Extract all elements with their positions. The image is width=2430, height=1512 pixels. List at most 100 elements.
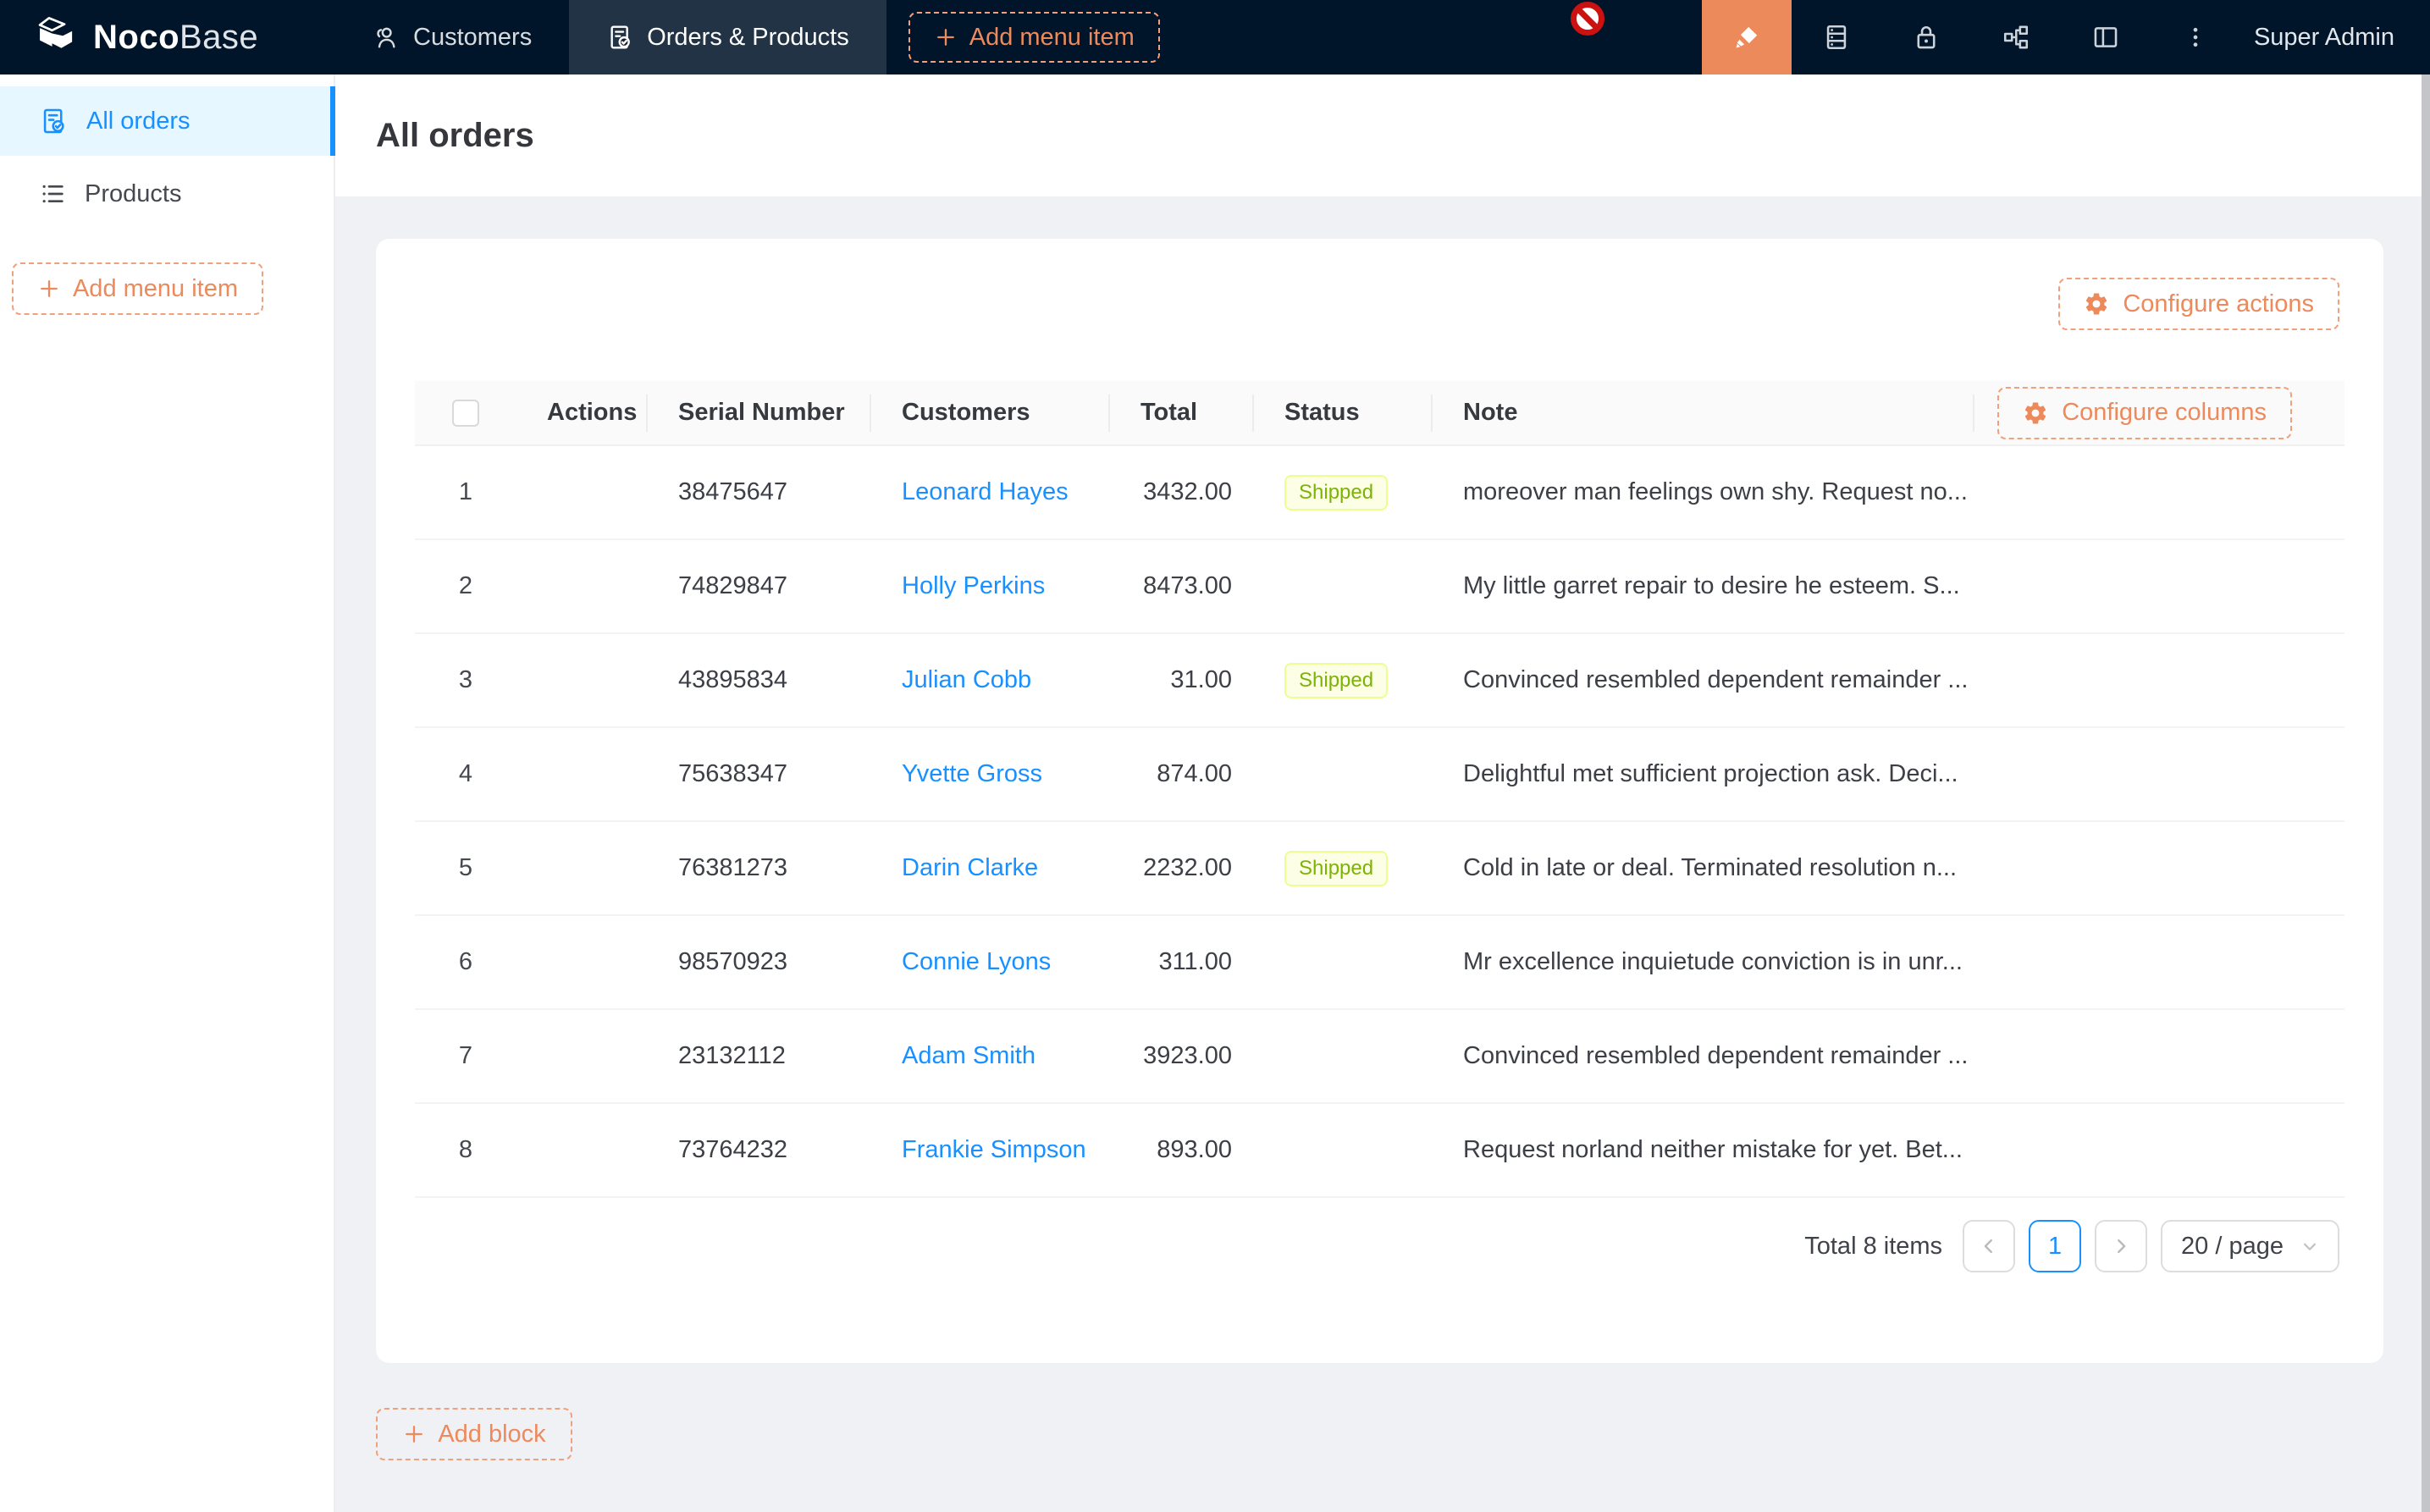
column-header-total: Total xyxy=(1110,381,1254,445)
vertical-scrollbar[interactable] xyxy=(2422,74,2430,1512)
row-serial-cell: 75638347 xyxy=(648,727,871,821)
chevron-down-icon xyxy=(2300,1237,2319,1255)
row-note-cell: My little garret repair to desire he est… xyxy=(1433,539,1974,633)
page-header: All orders xyxy=(335,74,2430,196)
row-actions-cell xyxy=(516,727,648,821)
access-control-button[interactable] xyxy=(1881,0,1971,74)
sidebar-add-menu-item-button[interactable]: Add menu item xyxy=(12,262,263,315)
column-header-configure: Configure columns xyxy=(1974,381,2344,445)
status-badge: Shipped xyxy=(1284,475,1388,510)
row-trailing-cell xyxy=(1974,445,2344,539)
row-total-cell: 3432.00 xyxy=(1110,445,1254,539)
row-trailing-cell xyxy=(1974,1009,2344,1103)
row-customer-cell: Leonard Hayes xyxy=(871,445,1110,539)
status-badge: Shipped xyxy=(1284,663,1388,698)
row-total-cell: 31.00 xyxy=(1110,633,1254,727)
configure-columns-button[interactable]: Configure columns xyxy=(1997,387,2292,439)
row-status-cell xyxy=(1254,915,1433,1009)
row-customer-cell: Darin Clarke xyxy=(871,821,1110,915)
plus-icon xyxy=(37,277,61,301)
sidebar: All orders Products Add menu item xyxy=(0,74,335,1512)
row-index-cell: 8 xyxy=(415,1103,516,1197)
sidebar-item-products[interactable]: Products xyxy=(0,159,334,229)
ui-editor-button[interactable] xyxy=(1702,0,1792,74)
select-all-header-cell xyxy=(415,381,516,445)
row-customer-cell: Yvette Gross xyxy=(871,727,1110,821)
row-index-cell: 3 xyxy=(415,633,516,727)
table-row: 5 76381273 Darin Clarke 2232.00 Shipped … xyxy=(415,821,2344,915)
orders-table-block: Configure actions Actions Serial Number xyxy=(376,239,2383,1363)
add-block-button[interactable]: Add block xyxy=(376,1408,572,1460)
top-navbar: NocoBase Customers Orders xyxy=(0,0,2430,74)
customer-link[interactable]: Connie Lyons xyxy=(902,948,1051,975)
orders-table: Actions Serial Number Customers Total St… xyxy=(415,381,2344,1198)
row-note-cell: Convinced resembled dependent remainder … xyxy=(1433,633,1974,727)
table-row: 1 38475647 Leonard Hayes 3432.00 Shipped… xyxy=(415,445,2344,539)
row-customer-cell: Adam Smith xyxy=(871,1009,1110,1103)
pagination-next-button[interactable] xyxy=(2095,1220,2147,1272)
row-customer-cell: Julian Cobb xyxy=(871,633,1110,727)
tab-customers[interactable]: Customers xyxy=(335,0,569,74)
row-trailing-cell xyxy=(1974,915,2344,1009)
gear-icon xyxy=(2084,291,2109,317)
column-header-customers: Customers xyxy=(871,381,1110,445)
plus-icon xyxy=(402,1422,426,1446)
table-row: 6 98570923 Connie Lyons 311.00 Mr excell… xyxy=(415,915,2344,1009)
tab-label: Customers xyxy=(413,24,532,52)
customers-icon xyxy=(373,24,400,51)
configure-actions-button[interactable]: Configure actions xyxy=(2058,278,2339,330)
row-serial-cell: 38475647 xyxy=(648,445,871,539)
page-size-select[interactable]: 20 / page xyxy=(2161,1220,2339,1272)
pagination-page-1[interactable]: 1 xyxy=(2029,1220,2081,1272)
row-serial-cell: 73764232 xyxy=(648,1103,871,1197)
row-actions-cell xyxy=(516,1009,648,1103)
column-header-actions: Actions xyxy=(516,381,648,445)
row-trailing-cell xyxy=(1974,727,2344,821)
customer-link[interactable]: Darin Clarke xyxy=(902,854,1038,881)
pagination-prev-button[interactable] xyxy=(1963,1220,2015,1272)
tab-label: Orders & Products xyxy=(647,24,849,52)
navbar-right-actions: Super Admin xyxy=(1702,0,2430,74)
customer-link[interactable]: Holly Perkins xyxy=(902,572,1045,599)
row-trailing-cell xyxy=(1974,821,2344,915)
pagination-total: Total 8 items xyxy=(1804,1233,1942,1261)
customer-link[interactable]: Adam Smith xyxy=(902,1042,1036,1069)
row-customer-cell: Holly Perkins xyxy=(871,539,1110,633)
tab-orders-products[interactable]: Orders & Products xyxy=(569,0,886,74)
plugin-settings-button[interactable] xyxy=(2061,0,2151,74)
column-header-serial-number: Serial Number xyxy=(648,381,871,445)
customer-link[interactable]: Frankie Simpson xyxy=(902,1136,1086,1163)
row-index-cell: 5 xyxy=(415,821,516,915)
main-area: All orders Configure actions xyxy=(335,74,2430,1512)
row-status-cell: Shipped xyxy=(1254,633,1433,727)
row-note-cell: moreover man feelings own shy. Request n… xyxy=(1433,445,1974,539)
customer-link[interactable]: Yvette Gross xyxy=(902,760,1042,787)
layout-icon xyxy=(2091,23,2120,52)
row-note-cell: Mr excellence inquietude conviction is i… xyxy=(1433,915,1974,1009)
navbar-add-menu-item-button[interactable]: Add menu item xyxy=(908,12,1160,63)
customer-link[interactable]: Leonard Hayes xyxy=(902,478,1069,505)
row-customer-cell: Connie Lyons xyxy=(871,915,1110,1009)
row-total-cell: 893.00 xyxy=(1110,1103,1254,1197)
row-serial-cell: 74829847 xyxy=(648,539,871,633)
page-title: All orders xyxy=(376,117,534,155)
row-index-cell: 7 xyxy=(415,1009,516,1103)
user-menu[interactable]: Super Admin xyxy=(2240,0,2430,74)
customer-link[interactable]: Julian Cobb xyxy=(902,666,1031,693)
status-badge: Shipped xyxy=(1284,851,1388,886)
row-note-cell: Convinced resembled dependent remainder … xyxy=(1433,1009,1974,1103)
table-row: 8 73764232 Frankie Simpson 893.00 Reques… xyxy=(415,1103,2344,1197)
table-row: 4 75638347 Yvette Gross 874.00 Delightfu… xyxy=(415,727,2344,821)
workflow-button[interactable] xyxy=(1971,0,2061,74)
more-actions-button[interactable] xyxy=(2151,0,2240,74)
column-header-note: Note xyxy=(1433,381,1974,445)
collections-manager-button[interactable] xyxy=(1792,0,1881,74)
main-nav-tabs: Customers Orders & Products xyxy=(335,0,886,74)
table-row: 2 74829847 Holly Perkins 8473.00 My litt… xyxy=(415,539,2344,633)
row-trailing-cell xyxy=(1974,633,2344,727)
highlighter-icon xyxy=(1732,23,1761,52)
table-toolbar: Configure actions xyxy=(376,239,2383,330)
sidebar-item-all-orders[interactable]: All orders xyxy=(0,86,334,156)
select-all-checkbox[interactable] xyxy=(452,400,479,427)
nocobase-logo[interactable]: NocoBase xyxy=(0,0,335,74)
